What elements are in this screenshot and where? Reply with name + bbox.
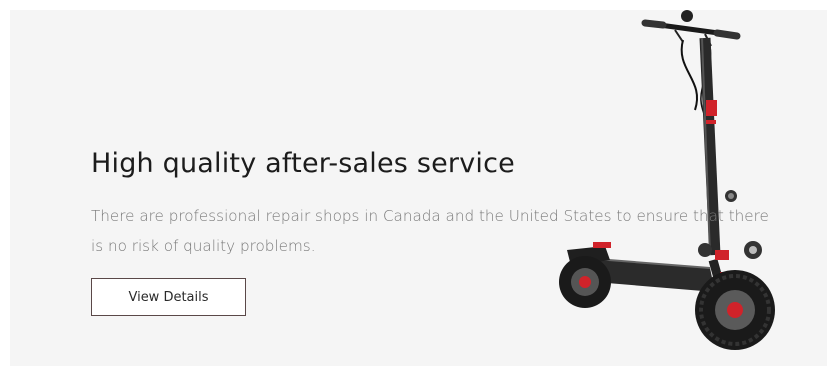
banner-title: High quality after-sales service (91, 148, 515, 179)
hero-banner: High quality after-sales service There a… (10, 10, 827, 366)
electric-scooter-image (559, 10, 775, 350)
view-details-button[interactable]: View Details (91, 278, 246, 316)
banner-description: There are professional repair shops in C… (91, 207, 769, 255)
